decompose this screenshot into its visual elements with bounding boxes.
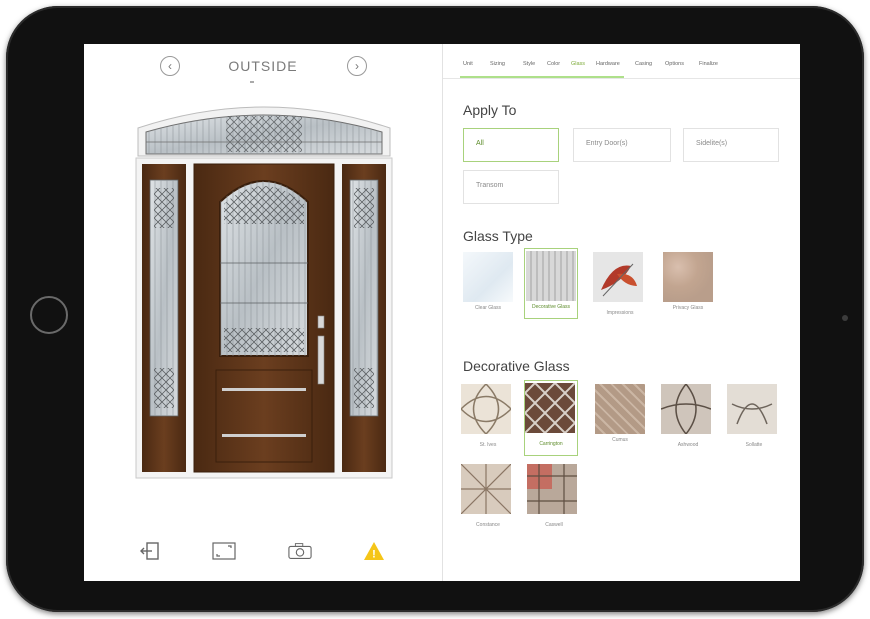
step-tabs: Unit Sizing Style Color Glass Hardware C…	[443, 56, 800, 79]
tab-unit[interactable]: Unit	[463, 61, 473, 67]
decorative-glass-sollatte[interactable]: Sollatte	[727, 382, 781, 456]
tab-options[interactable]: Options	[665, 61, 684, 67]
door-preview-image	[135, 106, 393, 479]
glass-type-label: Privacy Glass	[672, 305, 704, 311]
chevron-left-icon: ‹	[168, 59, 172, 73]
decorative-glass-label: St. Ives	[479, 442, 497, 448]
tab-progress-bar	[460, 76, 624, 78]
sollatte-swatch	[727, 384, 777, 434]
options-panel: Unit Sizing Style Color Glass Hardware C…	[443, 44, 800, 581]
decorative-glass-label: Ashwood	[677, 442, 699, 448]
warning-symbol: !	[372, 549, 376, 561]
ashwood-swatch	[660, 383, 712, 435]
apply-to-all[interactable]: All	[463, 128, 559, 162]
decorative-glass-cumus[interactable]: Cumus	[593, 382, 647, 451]
decorative-glass-heading: Decorative Glass	[463, 358, 570, 374]
glass-type-heading: Glass Type	[463, 228, 533, 244]
tab-glass[interactable]: Glass	[571, 61, 585, 67]
tab-casing[interactable]: Casing	[635, 61, 652, 67]
decorative-glass-st-ives[interactable]: St. Ives	[459, 382, 515, 456]
expand-icon[interactable]	[212, 540, 236, 562]
next-view-button[interactable]: ›	[347, 56, 367, 76]
front-camera	[842, 315, 848, 321]
glass-type-label: Impressions	[606, 310, 634, 316]
tab-finalize[interactable]: Finalize	[699, 61, 718, 67]
apply-to-entry-doors[interactable]: Entry Door(s)	[573, 128, 671, 162]
carrington-swatch	[524, 381, 576, 435]
privacy-glass-swatch	[663, 252, 713, 302]
impressions-swatch	[593, 252, 643, 302]
chevron-right-icon: ›	[355, 59, 359, 73]
view-indicator	[250, 81, 254, 83]
glass-type-label: Decorative Glass	[531, 304, 571, 310]
door-preview-panel: ‹ OUTSIDE › !	[84, 44, 443, 581]
decorative-glass-swatch	[526, 251, 576, 301]
st-ives-swatch	[459, 382, 513, 436]
apply-to-transom[interactable]: Transom	[463, 170, 559, 204]
tab-sizing[interactable]: Sizing	[490, 61, 505, 67]
decorative-glass-label: Cumus	[612, 437, 628, 443]
caswell-swatch	[527, 464, 577, 514]
apply-to-sidelites[interactable]: Sidelite(s)	[683, 128, 779, 162]
glass-type-privacy[interactable]: Privacy Glass	[661, 250, 715, 319]
decorative-glass-carrington[interactable]: Carrington	[524, 380, 578, 456]
apply-to-heading: Apply To	[463, 102, 517, 118]
glass-type-decorative[interactable]: Decorative Glass	[524, 248, 578, 319]
decorative-glass-label: Carrington	[539, 441, 563, 447]
exit-icon[interactable]	[138, 540, 162, 562]
tab-hardware[interactable]: Hardware	[596, 61, 620, 67]
previous-view-button[interactable]: ‹	[160, 56, 180, 76]
glass-type-clear[interactable]: Clear Glass	[461, 250, 515, 319]
decorative-glass-constance[interactable]: Constance	[460, 462, 515, 536]
tab-color[interactable]: Color	[547, 61, 560, 67]
constance-swatch	[460, 463, 512, 515]
view-title: OUTSIDE	[228, 58, 298, 74]
tab-style[interactable]: Style	[523, 61, 535, 67]
decorative-glass-label: Sollatte	[745, 442, 763, 448]
warning-icon[interactable]: !	[362, 540, 386, 562]
cumus-swatch	[595, 384, 645, 434]
app-screen: ‹ OUTSIDE › ! Unit Sizing Style Color Gl…	[84, 44, 800, 581]
decorative-glass-label: Caswell	[545, 522, 563, 528]
glass-type-label: Clear Glass	[474, 305, 502, 311]
decorative-glass-ashwood[interactable]: Ashwood	[660, 382, 715, 456]
decorative-glass-caswell[interactable]: Caswell	[527, 462, 581, 536]
camera-icon[interactable]	[288, 540, 312, 562]
home-button[interactable]	[30, 296, 68, 334]
glass-type-impressions[interactable]: Impressions	[593, 250, 647, 324]
clear-glass-swatch	[463, 252, 513, 302]
decorative-glass-label: Constance	[476, 522, 500, 528]
